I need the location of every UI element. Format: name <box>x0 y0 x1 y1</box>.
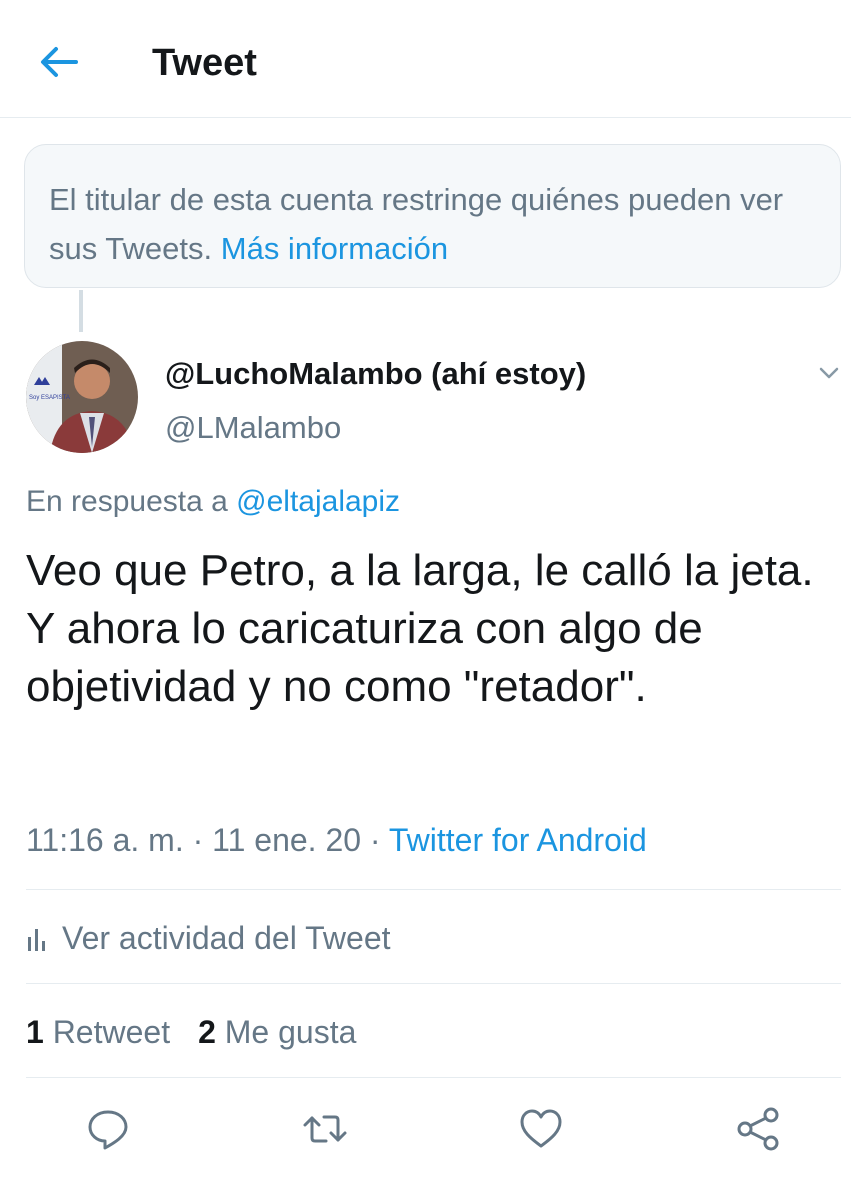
tweet-date: 11 ene. 20 <box>212 822 362 858</box>
page-title: Tweet <box>152 42 257 84</box>
tweet-source-link[interactable]: Twitter for Android <box>389 822 647 858</box>
like-icon[interactable] <box>516 1104 566 1154</box>
reply-context: En respuesta a @eltajalapiz <box>26 480 400 524</box>
meta-separator: · <box>369 822 381 858</box>
meta-separator: · <box>192 822 204 858</box>
bar-chart-icon <box>28 929 45 951</box>
avatar-photo: Soy ESAPISTA <box>26 341 138 453</box>
tweet-meta: 11:16 a. m. · 11 ene. 20 · Twitter for A… <box>26 818 647 862</box>
reply-prefix: En respuesta a <box>26 485 228 518</box>
arrow-left-icon[interactable] <box>36 40 82 86</box>
author-display-name[interactable]: @LuchoMalambo (ahí estoy) <box>165 354 586 394</box>
avatar-caption: Soy ESAPISTA <box>29 395 70 401</box>
likes-count: 2 <box>198 1014 216 1050</box>
tweet-time: 11:16 a. m. <box>26 822 184 858</box>
tweet-text-line: Y ahora lo caricaturiza con algo de obje… <box>26 604 703 711</box>
author-handle[interactable]: @LMalambo <box>165 408 341 448</box>
retweets-label: Retweet <box>52 1014 171 1050</box>
divider <box>26 1077 841 1078</box>
likes-label: Me gusta <box>224 1014 357 1050</box>
divider <box>26 889 841 890</box>
reply-to-link[interactable]: @eltajalapiz <box>236 485 400 518</box>
retweets-stat[interactable]: 1 Retweet <box>26 1014 170 1050</box>
thread-connector-line <box>79 290 83 332</box>
divider <box>26 983 841 984</box>
reply-icon[interactable] <box>83 1104 133 1154</box>
tweet-stats: 1 Retweet 2 Me gusta <box>26 1010 356 1054</box>
retweets-count: 1 <box>26 1014 44 1050</box>
tweet-text: Veo que Petro, a la larga, le calló la j… <box>26 542 841 716</box>
share-icon[interactable] <box>734 1104 784 1154</box>
activity-label: Ver actividad del Tweet <box>62 920 391 956</box>
tweet-activity-button[interactable]: Ver actividad del Tweet <box>26 916 391 960</box>
avatar[interactable]: Soy ESAPISTA <box>26 341 138 453</box>
likes-stat[interactable]: 2 Me gusta <box>198 1014 356 1050</box>
chevron-down-icon[interactable] <box>814 358 844 388</box>
protected-account-notice: El titular de esta cuenta restringe quié… <box>24 144 841 288</box>
top-bar: Tweet <box>0 0 851 118</box>
tweet-text-line: Veo que Petro, a la larga, le calló la j… <box>26 546 814 595</box>
retweet-icon[interactable] <box>300 1104 350 1154</box>
more-info-link[interactable]: Más información <box>221 231 448 266</box>
